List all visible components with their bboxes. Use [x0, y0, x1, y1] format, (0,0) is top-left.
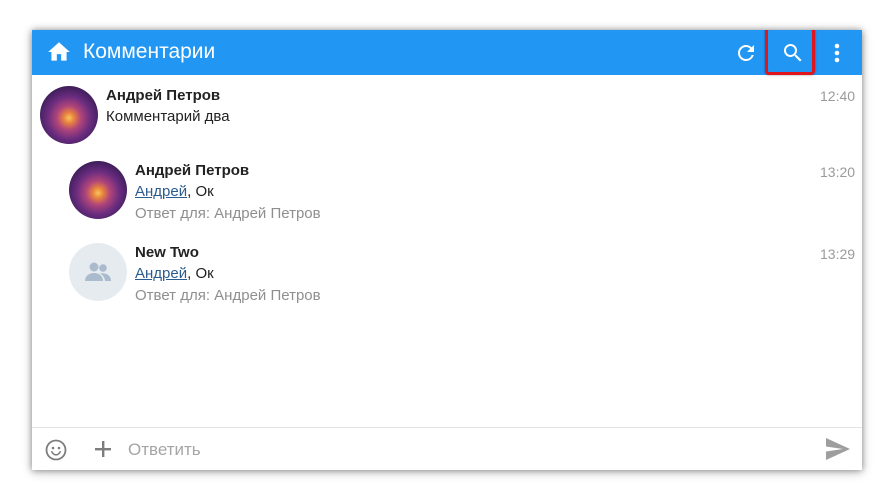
- comment-text-suffix: , Ок: [187, 265, 214, 282]
- compose-bar: [32, 427, 862, 470]
- send-icon: [826, 438, 850, 460]
- comment-author[interactable]: Андрей Петров: [106, 87, 220, 104]
- group-placeholder-icon: [85, 262, 111, 281]
- mention-link[interactable]: Андрей: [135, 183, 187, 200]
- app-bar: Комментарии: [32, 30, 862, 75]
- emoji-icon: [45, 439, 67, 461]
- search-button[interactable]: [767, 30, 819, 75]
- avatar-placeholder: [69, 243, 127, 301]
- reply-to-label[interactable]: Ответ для: Андрей Петров: [135, 287, 321, 304]
- comment-item[interactable]: Андрей Петров Комментарий два 12:40: [32, 75, 862, 151]
- comment-time: 13:29: [820, 246, 856, 262]
- more-vertical-icon: [834, 43, 840, 62]
- comment-text: Андрей, Ок: [135, 183, 214, 200]
- reply-input[interactable]: [126, 436, 810, 464]
- comment-text-suffix: , Ок: [187, 183, 214, 200]
- comment-text: Андрей, Ок: [135, 265, 214, 282]
- mention-link[interactable]: Андрей: [135, 265, 187, 282]
- overflow-menu-button[interactable]: [827, 30, 847, 75]
- avatar[interactable]: [69, 243, 127, 301]
- reply-to-label[interactable]: Ответ для: Андрей Петров: [135, 205, 321, 222]
- comment-author[interactable]: New Two: [135, 244, 199, 261]
- attach-button[interactable]: [92, 438, 114, 460]
- comment-author[interactable]: Андрей Петров: [135, 162, 249, 179]
- refresh-icon: [738, 44, 754, 61]
- search-icon: [784, 43, 802, 61]
- comment-time: 13:20: [820, 164, 856, 180]
- comment-time: 12:40: [820, 88, 856, 104]
- avatar-photo: [69, 161, 127, 219]
- emoji-button[interactable]: [44, 438, 68, 462]
- plus-icon: [95, 441, 111, 457]
- avatar[interactable]: [40, 86, 98, 144]
- refresh-button[interactable]: [732, 30, 760, 75]
- home-icon: [48, 42, 70, 61]
- comment-text: Комментарий два: [106, 108, 230, 125]
- avatar-photo: [40, 86, 98, 144]
- comment-item[interactable]: New Two Андрей, Ок Ответ для: Андрей Пет…: [32, 233, 862, 315]
- avatar[interactable]: [69, 161, 127, 219]
- comments-window: Комментарии Андрей Петров Комментарий дв: [32, 30, 862, 470]
- page-title: Комментарии: [83, 40, 216, 63]
- send-button[interactable]: [824, 436, 852, 462]
- home-button[interactable]: [46, 39, 72, 65]
- comment-item[interactable]: Андрей Петров Андрей, Ок Ответ для: Андр…: [32, 151, 862, 233]
